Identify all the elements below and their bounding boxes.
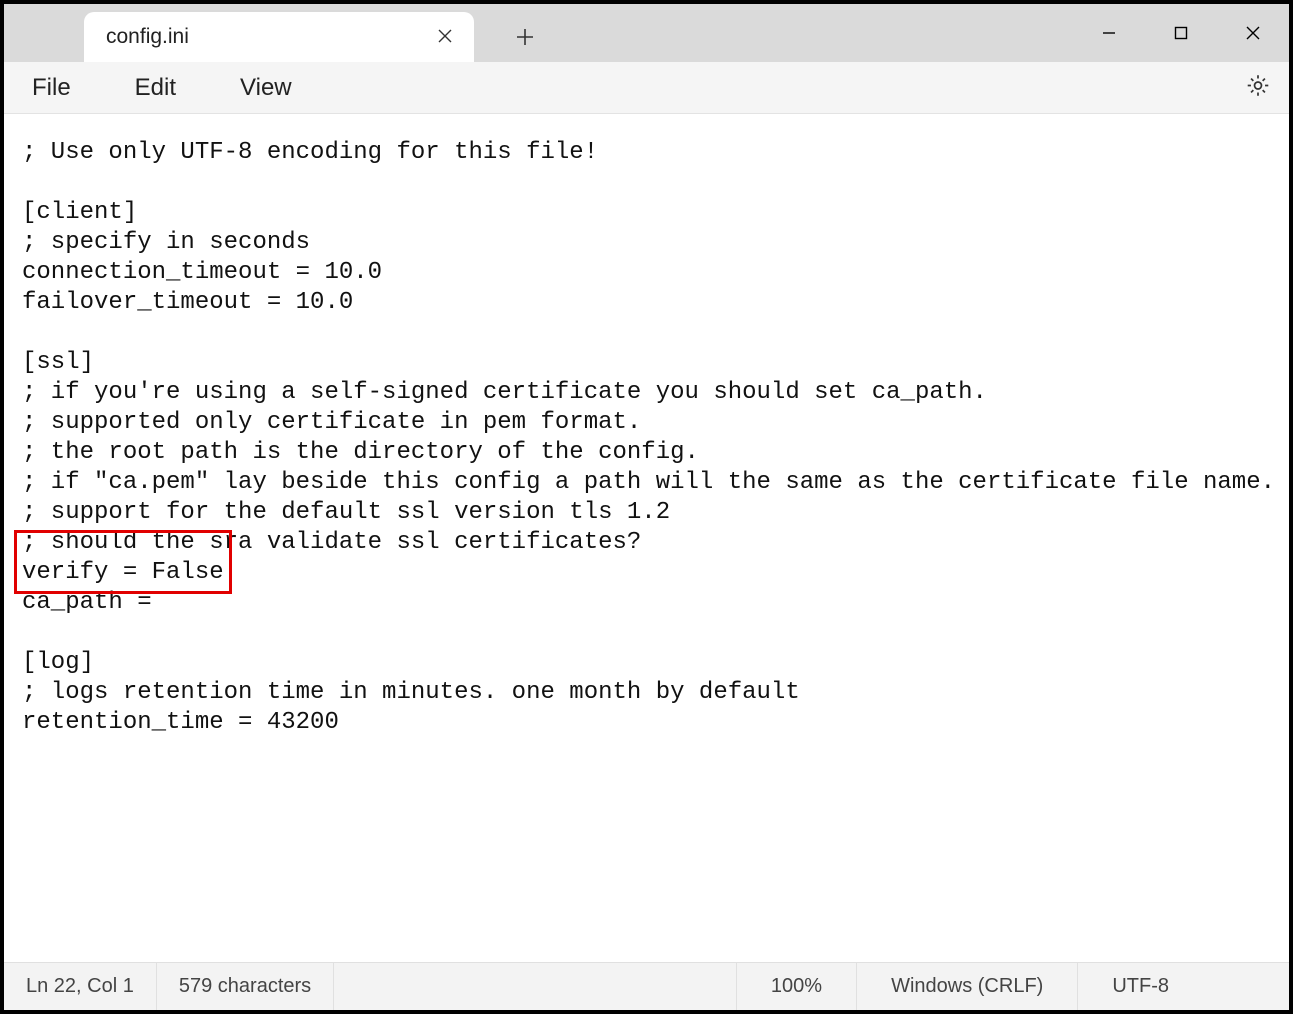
window-controls [1073, 4, 1289, 62]
editor-content: ; Use only UTF-8 encoding for this file!… [22, 139, 1275, 736]
status-cursor-position[interactable]: Ln 22, Col 1 [4, 963, 157, 1010]
close-tab-icon[interactable] [434, 24, 456, 50]
title-bar: config.ini [4, 4, 1289, 62]
status-zoom[interactable]: 100% [737, 963, 857, 1010]
notepad-window: config.ini File Edit View [0, 0, 1293, 1014]
new-tab-button[interactable] [502, 14, 548, 60]
gear-icon [1245, 85, 1271, 102]
maximize-button[interactable] [1145, 4, 1217, 62]
text-editor[interactable]: ; Use only UTF-8 encoding for this file!… [4, 114, 1289, 962]
close-window-button[interactable] [1217, 4, 1289, 62]
status-encoding[interactable]: UTF-8 [1078, 963, 1289, 1010]
settings-button[interactable] [1245, 72, 1271, 103]
tab-title: config.ini [106, 25, 189, 49]
tab-config-ini[interactable]: config.ini [84, 12, 474, 62]
status-bar: Ln 22, Col 1 579 characters 100% Windows… [4, 962, 1289, 1010]
menu-edit[interactable]: Edit [123, 68, 188, 108]
status-char-count[interactable]: 579 characters [157, 963, 334, 1010]
status-line-endings[interactable]: Windows (CRLF) [857, 963, 1078, 1010]
tab-strip: config.ini [4, 4, 548, 62]
menu-bar: File Edit View [4, 62, 1289, 114]
minimize-button[interactable] [1073, 4, 1145, 62]
menu-view[interactable]: View [228, 68, 304, 108]
menu-file[interactable]: File [20, 68, 83, 108]
status-spacer [334, 963, 737, 1010]
